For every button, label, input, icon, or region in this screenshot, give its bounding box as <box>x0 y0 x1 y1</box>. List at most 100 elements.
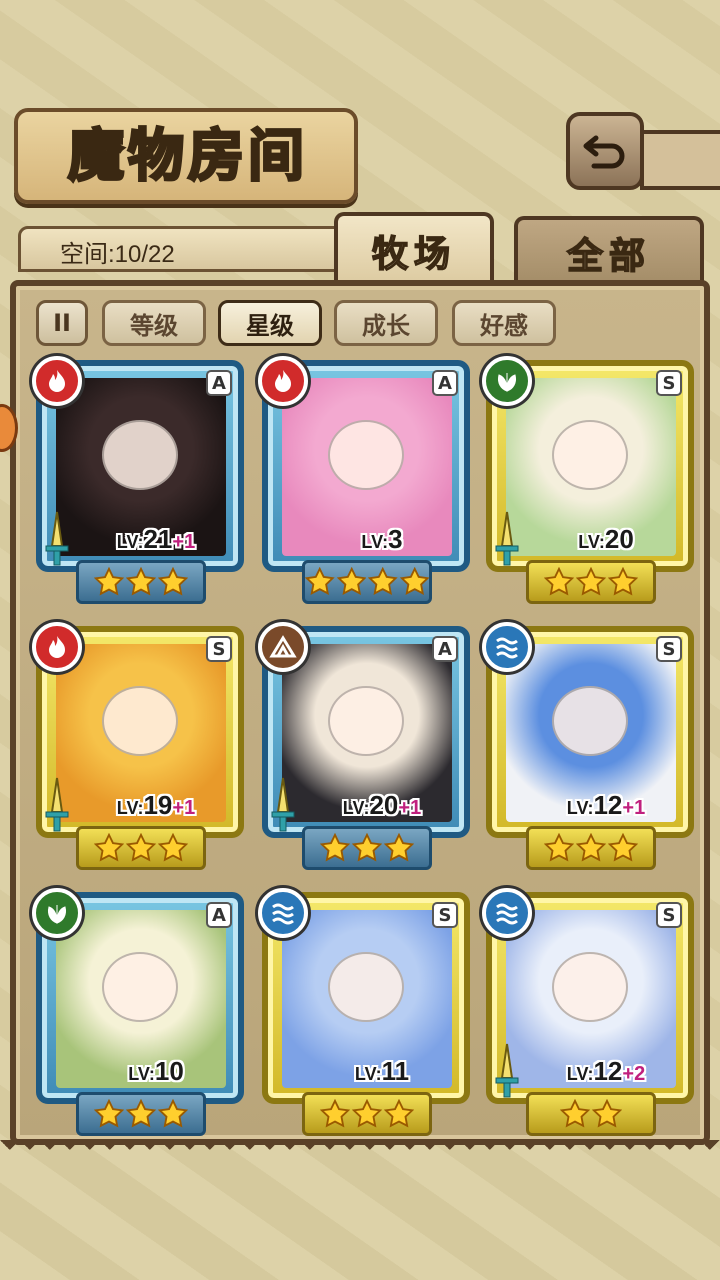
monster-card[interactable]: S LV:12+2 <box>482 888 696 1142</box>
star-icon <box>157 566 189 597</box>
star-icon <box>157 1098 189 1129</box>
star-icon <box>543 832 575 863</box>
monster-level: LV:3 <box>361 524 403 554</box>
monster-level: LV:10 <box>128 1056 184 1086</box>
star-rating <box>76 560 206 604</box>
space-counter: 空间:10/22 <box>60 241 175 268</box>
monster-card[interactable]: A LV:20+1 <box>258 622 472 876</box>
grade-badge: A <box>432 370 458 396</box>
monster-level: LV:20 <box>578 524 634 554</box>
grade-badge: A <box>206 370 232 396</box>
monster-card[interactable]: S LV:12+1 <box>482 622 696 876</box>
star-icon <box>383 832 415 863</box>
fire-element-icon <box>32 356 82 406</box>
filter-star[interactable]: 星级 <box>218 300 322 346</box>
pause-button[interactable]: II <box>36 300 88 346</box>
star-icon <box>336 566 367 597</box>
star-rating <box>302 826 432 870</box>
back-button[interactable] <box>566 112 644 190</box>
sword-icon <box>44 510 70 570</box>
monster-card[interactable]: S LV:20 <box>482 356 696 610</box>
grade-badge: S <box>432 902 458 928</box>
star-icon <box>367 566 398 597</box>
grade-badge: A <box>206 902 232 928</box>
tab-all[interactable]: 全部 <box>514 216 704 286</box>
grade-badge: A <box>432 636 458 662</box>
monster-card[interactable]: S LV:11 <box>258 888 472 1142</box>
star-rating <box>302 560 432 604</box>
monster-level: LV:12+2 <box>566 1056 646 1086</box>
star-rating <box>302 1092 432 1136</box>
monster-level: LV:21+1 <box>116 524 196 554</box>
grade-badge: S <box>656 636 682 662</box>
monster-face <box>552 420 628 490</box>
star-icon <box>304 566 335 597</box>
star-rating <box>526 1092 656 1136</box>
grass-element-icon <box>32 888 82 938</box>
star-icon <box>125 832 157 863</box>
filter-affection[interactable]: 好感 <box>452 300 556 346</box>
star-icon <box>351 832 383 863</box>
sword-icon <box>494 1042 520 1102</box>
sword-icon <box>44 776 70 836</box>
star-icon <box>93 1098 125 1129</box>
monster-card[interactable]: A LV:21+1 <box>32 356 246 610</box>
water-element-icon <box>482 888 532 938</box>
star-icon <box>559 1098 591 1129</box>
bottom-background <box>0 1150 720 1280</box>
star-icon <box>93 566 125 597</box>
monster-card[interactable]: S LV:19+1 <box>32 622 246 876</box>
sword-icon <box>270 776 296 836</box>
fire-element-icon <box>32 622 82 672</box>
fire-element-icon <box>258 356 308 406</box>
monster-face <box>102 952 178 1022</box>
star-icon <box>93 832 125 863</box>
tab-ranch[interactable]: 牧场 <box>334 212 494 286</box>
return-arrow-icon <box>583 135 625 169</box>
monster-face <box>552 952 628 1022</box>
grass-element-icon <box>482 356 532 406</box>
star-icon <box>543 566 575 597</box>
filter-growth[interactable]: 成长 <box>334 300 438 346</box>
star-rating <box>526 826 656 870</box>
monster-card[interactable]: A LV:3 <box>258 356 472 610</box>
star-icon <box>607 566 639 597</box>
star-icon <box>157 832 189 863</box>
star-icon <box>125 566 157 597</box>
filter-level[interactable]: 等级 <box>102 300 206 346</box>
star-rating <box>76 826 206 870</box>
monster-face <box>328 952 404 1022</box>
water-element-icon <box>258 888 308 938</box>
star-icon <box>399 566 430 597</box>
earth-element-icon <box>258 622 308 672</box>
star-icon <box>383 1098 415 1129</box>
monster-face <box>102 420 178 490</box>
monster-level: LV:12+1 <box>566 790 646 820</box>
monster-face <box>328 686 404 756</box>
star-rating <box>76 1092 206 1136</box>
monster-face <box>102 686 178 756</box>
star-icon <box>125 1098 157 1129</box>
torn-edge <box>0 1140 720 1158</box>
back-bar <box>640 130 720 190</box>
monster-level: LV:11 <box>354 1056 410 1086</box>
sword-icon <box>494 510 520 570</box>
water-element-icon <box>482 622 532 672</box>
grade-badge: S <box>206 636 232 662</box>
star-rating <box>526 560 656 604</box>
star-icon <box>591 1098 623 1129</box>
star-icon <box>319 832 351 863</box>
star-icon <box>575 566 607 597</box>
monster-face <box>552 686 628 756</box>
monster-level: LV:19+1 <box>116 790 196 820</box>
star-icon <box>575 832 607 863</box>
monster-face <box>328 420 404 490</box>
monster-level: LV:20+1 <box>342 790 422 820</box>
star-icon <box>351 1098 383 1129</box>
star-icon <box>607 832 639 863</box>
page-title: 魔物房间 <box>67 122 308 191</box>
grade-badge: S <box>656 902 682 928</box>
star-icon <box>319 1098 351 1129</box>
grade-badge: S <box>656 370 682 396</box>
monster-card[interactable]: A LV:10 <box>32 888 246 1142</box>
